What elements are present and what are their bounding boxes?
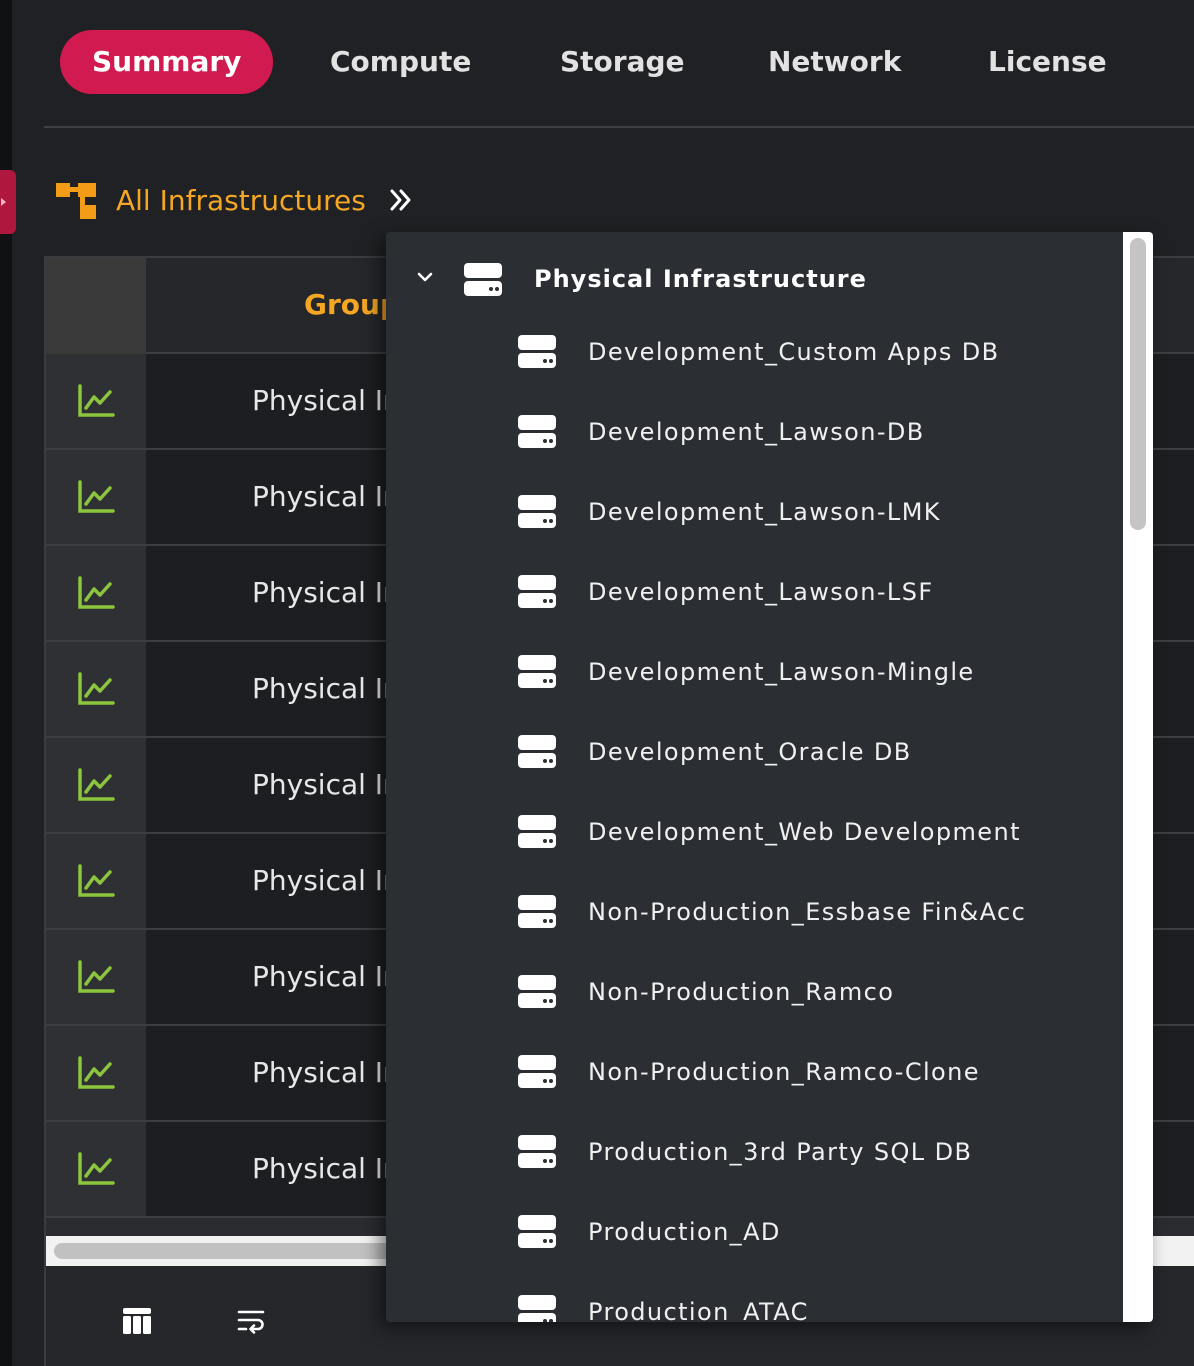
breadcrumb: All Infrastructures [56,180,414,220]
server-icon [518,1215,556,1249]
row-group-name: Physical In [252,864,401,897]
tree-root-label: Physical Infrastructure [534,265,867,293]
tree-item[interactable]: Production_3rd Party SQL DB [386,1128,1123,1178]
line-chart-icon[interactable] [77,384,115,418]
line-chart-icon[interactable] [77,960,115,994]
tree-item-label: Development_Lawson-LMK [588,498,941,526]
line-chart-icon[interactable] [77,1056,115,1090]
tree-item-label: Development_Lawson-LSF [588,578,934,606]
server-icon [518,415,556,449]
breadcrumb-all-infrastructures[interactable]: All Infrastructures [116,184,366,217]
tree-item[interactable]: Non-Production_Ramco-Clone [386,1048,1123,1098]
tree-item[interactable]: Non-Production_Ramco [386,968,1123,1018]
wrap-text-icon[interactable] [236,1306,266,1336]
row-group-name: Physical In [252,960,401,993]
server-icon [518,735,556,769]
tree-item[interactable]: Production_AD [386,1208,1123,1258]
line-chart-icon[interactable] [77,1152,115,1186]
line-chart-icon[interactable] [77,768,115,802]
server-icon [518,1295,556,1322]
line-chart-icon[interactable] [77,576,115,610]
row-group-name: Physical In [252,1056,401,1089]
server-icon [518,335,556,369]
tree-item-label: Non-Production_Ramco-Clone [588,1058,980,1086]
server-icon [518,1055,556,1089]
tab-license[interactable]: License [988,30,1107,94]
columns-icon[interactable] [122,1306,152,1336]
tab-compute[interactable]: Compute [330,30,471,94]
row-group-name: Physical In [252,672,401,705]
tree-node-physical-infrastructure[interactable]: Physical Infrastructure [386,254,1123,304]
tree-item[interactable]: Development_Custom Apps DB [386,328,1123,378]
tree-item[interactable]: Development_Lawson-LSF [386,568,1123,618]
header-icon-column [46,258,146,354]
line-chart-icon[interactable] [77,672,115,706]
tab-divider [44,126,1194,128]
tree-item-label: Production_ATAC [588,1298,809,1322]
row-group-name: Physical In [252,576,401,609]
infrastructure-tree-dropdown: Physical Infrastructure Development_Cust… [386,232,1153,1322]
tree-item-label: Production_AD [588,1218,781,1246]
tree-item[interactable]: Development_Lawson-Mingle [386,648,1123,698]
server-icon [518,815,556,849]
tab-bar: Summary Compute Storage Network License [60,30,1194,94]
sidebar-expand-handle[interactable] [0,170,16,234]
double-chevron-right-icon[interactable] [388,187,414,213]
row-group-name: Physical In [252,480,401,513]
tab-storage[interactable]: Storage [560,30,685,94]
tree-item[interactable]: Development_Web Development [386,808,1123,858]
row-group-name: Physical In [252,1152,401,1185]
tree-item-label: Development_Web Development [588,818,1021,846]
tree-item-label: Non-Production_Ramco [588,978,895,1006]
server-icon [464,263,502,297]
tree-item-label: Non-Production_Essbase Fin&Acc [588,898,1027,926]
server-icon [518,975,556,1009]
dropdown-scrollbar[interactable] [1123,232,1153,1322]
tree-item-label: Development_Custom Apps DB [588,338,1000,366]
server-icon [518,575,556,609]
tab-summary[interactable]: Summary [60,30,274,94]
tree-item[interactable]: Development_Lawson-LMK [386,488,1123,538]
tree-item-label: Development_Lawson-Mingle [588,658,975,686]
tree-item[interactable]: Non-Production_Essbase Fin&Acc [386,888,1123,938]
tree-item-label: Development_Oracle DB [588,738,912,766]
server-icon [518,655,556,689]
server-icon [518,895,556,929]
tree-item-label: Production_3rd Party SQL DB [588,1138,973,1166]
tab-network[interactable]: Network [768,30,901,94]
hierarchy-icon [56,181,98,219]
dropdown-scrollbar-thumb[interactable] [1130,238,1146,530]
tree-item[interactable]: Production_ATAC [386,1288,1123,1322]
server-icon [518,495,556,529]
chevron-down-icon[interactable] [416,268,434,286]
line-chart-icon[interactable] [77,480,115,514]
row-group-name: Physical In [252,768,401,801]
tree-item-label: Development_Lawson-DB [588,418,925,446]
line-chart-icon[interactable] [77,864,115,898]
tree-item[interactable]: Development_Oracle DB [386,728,1123,778]
tree-item[interactable]: Development_Lawson-DB [386,408,1123,458]
row-group-name: Physical In [252,384,401,417]
server-icon [518,1135,556,1169]
